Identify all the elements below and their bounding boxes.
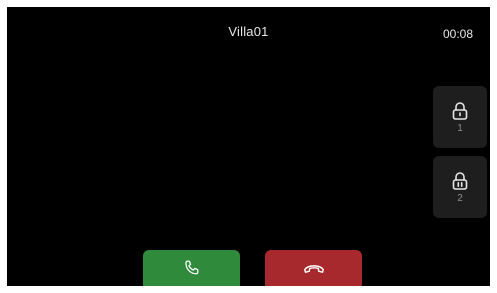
lock-icon <box>451 101 469 121</box>
answer-call-button[interactable] <box>143 250 240 286</box>
phone-hangup-icon <box>303 262 325 274</box>
hangup-button[interactable] <box>265 250 362 286</box>
phone-icon <box>183 259 201 277</box>
caller-name: Villa01 <box>228 24 269 39</box>
unlock-button-2[interactable]: 2 <box>433 156 487 218</box>
call-timer: 00:08 <box>442 27 473 41</box>
lock-icon <box>451 171 469 191</box>
intercom-call-screen: Villa01 00:08 1 2 <box>7 7 490 286</box>
unlock-label: 1 <box>457 122 463 134</box>
unlock-button-1[interactable]: 1 <box>433 86 487 148</box>
unlock-label: 2 <box>457 192 463 204</box>
